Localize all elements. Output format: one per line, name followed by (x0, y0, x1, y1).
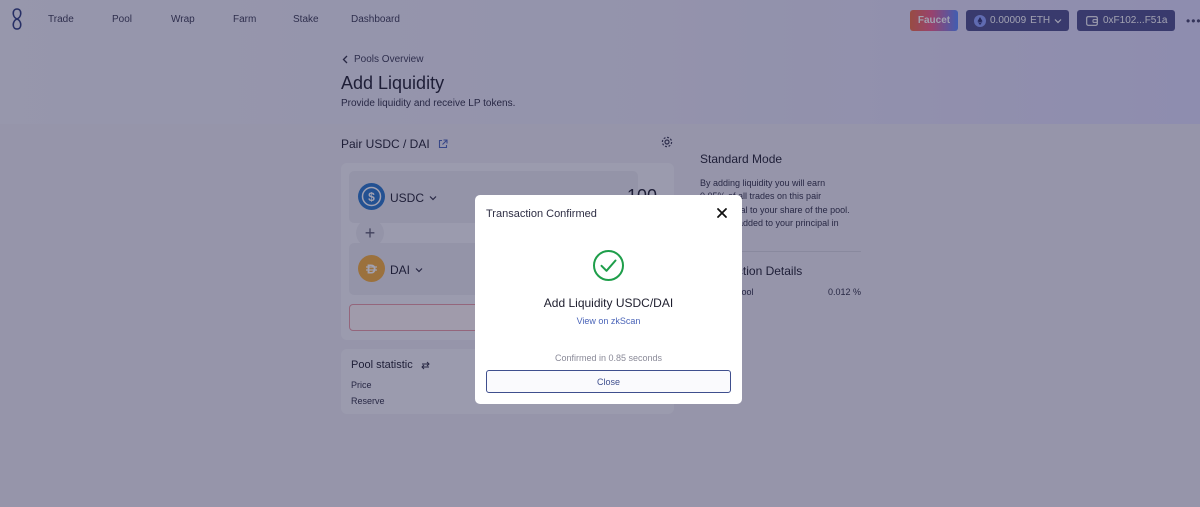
view-on-zkscan-link[interactable]: View on zkScan (475, 316, 742, 326)
modal-message: Add Liquidity USDC/DAI (543, 296, 674, 310)
close-icon[interactable] (715, 206, 729, 220)
success-check-icon (593, 250, 624, 281)
confirmed-time-text: Confirmed in 0.85 seconds (554, 353, 663, 363)
modal-title: Transaction Confirmed (486, 208, 597, 220)
transaction-confirmed-modal: Transaction Confirmed Add Liquidity USDC… (475, 195, 742, 404)
close-button[interactable]: Close (486, 370, 731, 393)
